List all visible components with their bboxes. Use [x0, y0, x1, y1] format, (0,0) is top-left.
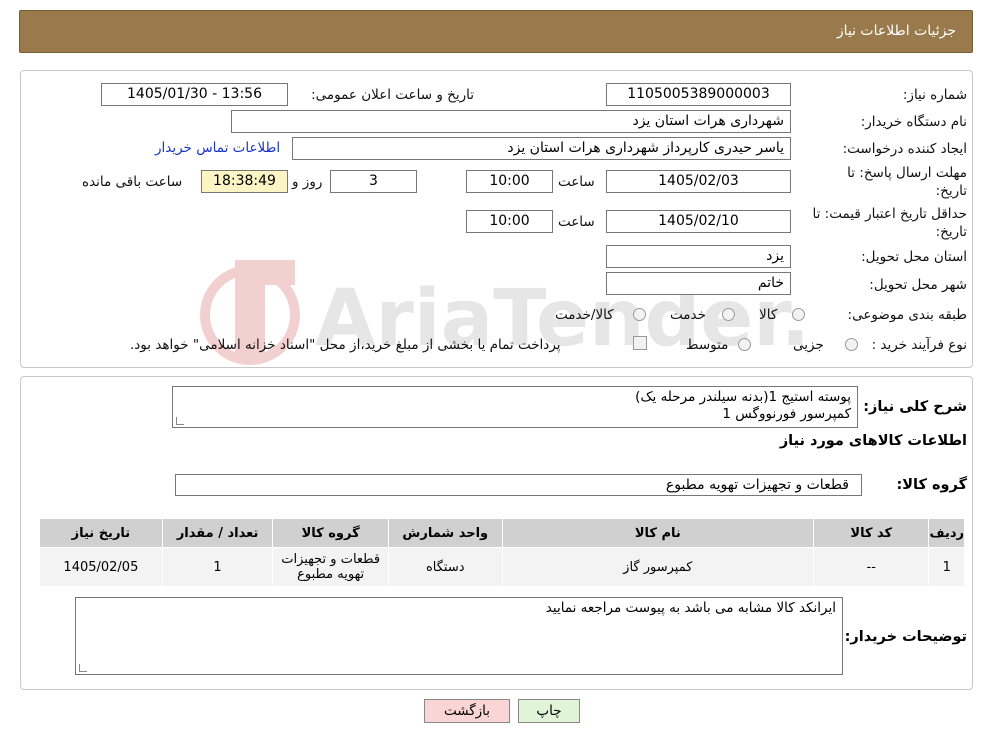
reply-time-label: ساعت: [558, 174, 595, 190]
reply-deadline-label-2: تاریخ:: [935, 183, 967, 199]
category-both-label: کالا/خدمت: [555, 307, 614, 323]
page-header: جزئیات اطلاعات نیاز: [19, 10, 973, 53]
creator-label: ایجاد کننده درخواست:: [842, 141, 967, 157]
reply-time-field: 10:00: [466, 170, 553, 193]
purchase-type-label: نوع فرآیند خرید :: [871, 337, 967, 353]
validity-date-field: 1405/02/10: [606, 210, 791, 233]
validity-label-2: تاریخ:: [935, 224, 967, 240]
creator-field: یاسر حیدری کارپرداز شهرداری هرات استان ی…: [292, 137, 791, 160]
resize-grip-icon[interactable]: [176, 417, 184, 425]
description-textarea[interactable]: پوسته استیج 1(بدنه سیلندر مرحله یک) کمپر…: [172, 386, 858, 428]
validity-time-label: ساعت: [558, 214, 595, 230]
col-unit: واحد شمارش: [387, 518, 503, 548]
category-goods-label: کالا: [759, 307, 778, 323]
resize-grip-icon[interactable]: [79, 664, 87, 672]
cell-row: 1: [928, 547, 965, 587]
province-label: استان محل تحویل:: [861, 249, 967, 265]
category-service-radio[interactable]: [722, 308, 735, 321]
cell-group: قطعات و تجهیزات تهویه مطبوع: [272, 547, 389, 587]
category-label: طبقه بندی موضوعی:: [847, 307, 967, 323]
category-service-label: خدمت: [670, 307, 706, 323]
cell-name: کمپرسور گاز: [501, 547, 815, 587]
province-field: یزد: [606, 245, 791, 268]
reply-date-field: 1405/02/03: [606, 170, 791, 193]
buyer-notes-label: توضیحات خریدار:: [844, 629, 967, 645]
back-button[interactable]: بازگشت: [424, 699, 510, 723]
reply-deadline-label: مهلت ارسال پاسخ: تا: [847, 165, 967, 181]
description-line-1: پوسته استیج 1(بدنه سیلندر مرحله یک): [635, 389, 851, 405]
category-goods-radio[interactable]: [792, 308, 805, 321]
need-number-field: 1105005389000003: [606, 83, 791, 106]
col-date: تاریخ نیاز: [39, 518, 163, 548]
remaining-time-field: 18:38:49: [201, 170, 288, 193]
description-line-2: کمپرسور فورنووگس 1: [722, 406, 851, 422]
days-label: روز و: [292, 174, 323, 190]
need-number-label: شماره نیاز:: [902, 87, 967, 103]
purchase-note: پرداخت تمام یا بخشی از مبلغ خرید،از محل …: [130, 337, 561, 353]
page-title: جزئیات اطلاعات نیاز: [836, 23, 956, 39]
cell-date: 1405/02/05: [39, 547, 163, 587]
purchase-minor-radio[interactable]: [845, 338, 858, 351]
cell-qty: 1: [161, 547, 274, 587]
goods-group-label: گروه کالا:: [896, 477, 967, 493]
goods-table: ردیف کد کالا نام کالا واحد شمارش گروه کا…: [39, 518, 965, 587]
category-both-radio[interactable]: [633, 308, 646, 321]
buyer-contact-link[interactable]: اطلاعات تماس خریدار: [155, 140, 280, 156]
goods-title: اطلاعات کالاهای مورد نیاز: [779, 433, 967, 449]
purchase-minor-label: جزیی: [793, 337, 824, 353]
treasury-checkbox[interactable]: [633, 336, 647, 350]
announce-field: 1405/01/30 - 13:56: [101, 83, 288, 106]
city-label: شهر محل تحویل:: [869, 277, 967, 293]
print-button[interactable]: چاپ: [518, 699, 580, 723]
validity-label: حداقل تاریخ اعتبار قیمت: تا: [812, 206, 967, 222]
col-group: گروه کالا: [272, 518, 389, 548]
announce-label: تاریخ و ساعت اعلان عمومی:: [311, 87, 474, 103]
col-qty: تعداد / مقدار: [161, 518, 274, 548]
city-field: خاتم: [606, 272, 791, 295]
buyer-notes-textarea[interactable]: ایرانکد کالا مشابه می باشد به پیوست مراج…: [75, 597, 843, 675]
purchase-medium-label: متوسط: [686, 337, 729, 353]
table-header-row: ردیف کد کالا نام کالا واحد شمارش گروه کا…: [39, 518, 965, 548]
goods-group-field: قطعات و تجهیزات تهویه مطبوع: [175, 474, 862, 496]
purchase-medium-radio[interactable]: [738, 338, 751, 351]
table-row: 1 -- کمپرسور گاز دستگاه قطعات و تجهیزات …: [39, 547, 965, 587]
cell-unit: دستگاه: [387, 547, 503, 587]
validity-time-field: 10:00: [466, 210, 553, 233]
days-field: 3: [330, 170, 417, 193]
buyer-org-label: نام دستگاه خریدار:: [860, 114, 967, 130]
remaining-label: ساعت باقی مانده: [82, 174, 183, 190]
col-row: ردیف: [928, 518, 965, 548]
description-label: شرح کلی نیاز:: [863, 399, 967, 415]
col-code: کد کالا: [813, 518, 930, 548]
col-name: نام کالا: [501, 518, 815, 548]
buyer-notes-text: ایرانکد کالا مشابه می باشد به پیوست مراج…: [545, 600, 836, 616]
cell-code: --: [813, 547, 930, 587]
buyer-org-field: شهرداری هرات استان یزد: [231, 110, 791, 133]
